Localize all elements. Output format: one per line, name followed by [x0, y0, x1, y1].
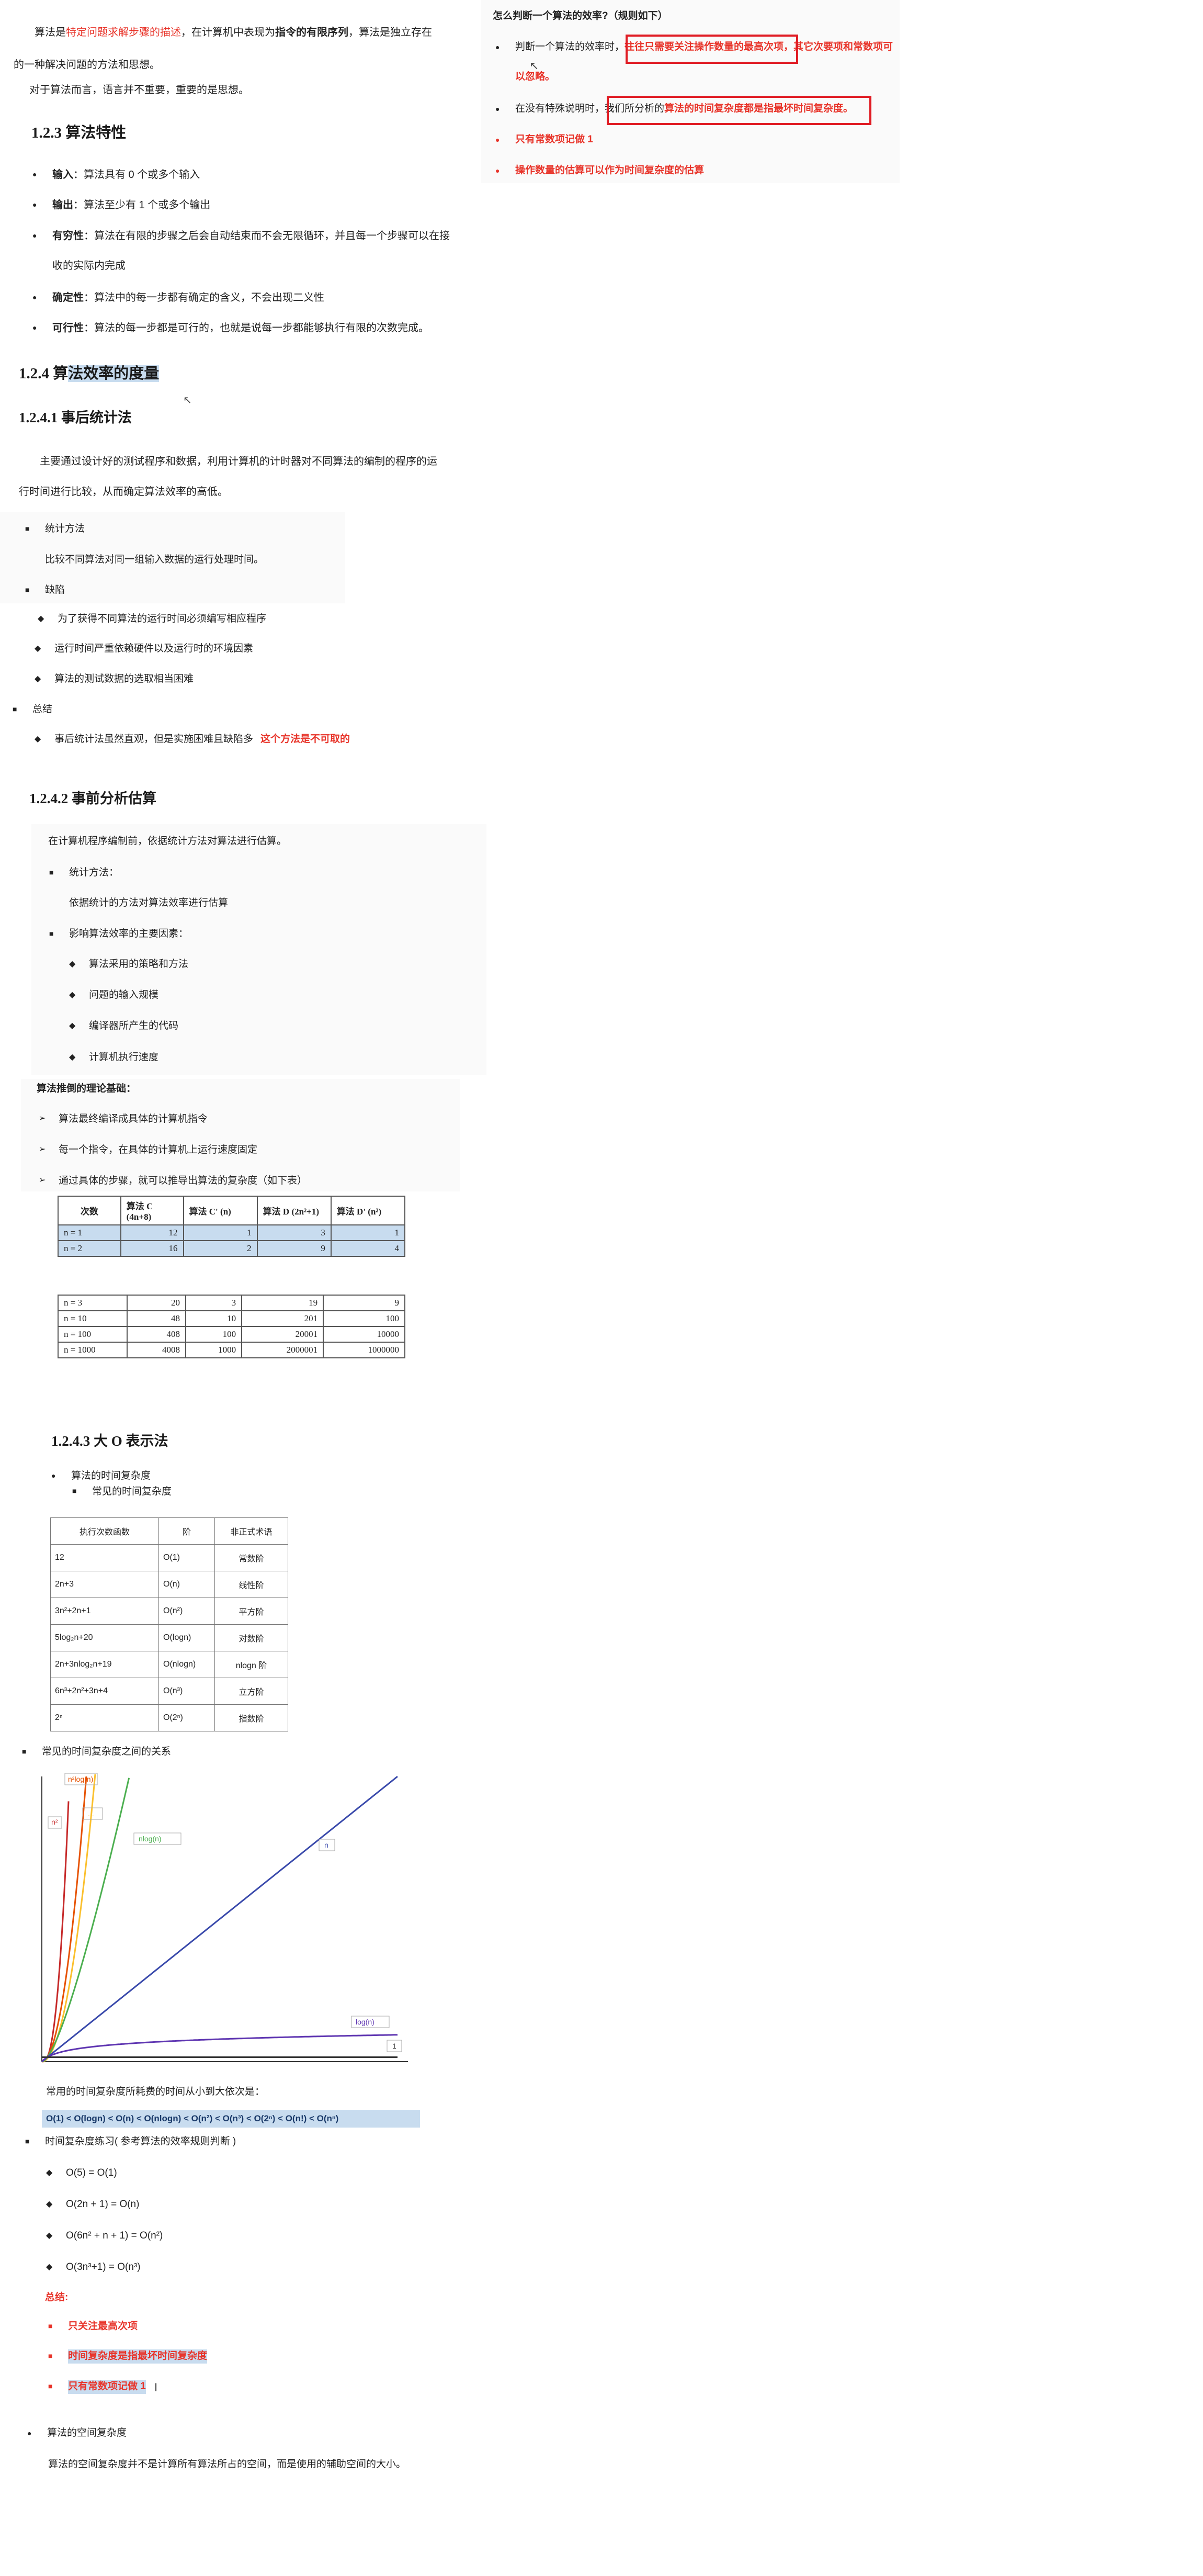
defect-item: 算法的测试数据的选取相当困难: [35, 672, 194, 687]
table-row: n = 1000 4008 1000 2000001 1000000: [58, 1342, 405, 1358]
table-row: 2n+3nlog₂n+19 O(nlogn) nlogn 阶: [50, 1651, 288, 1678]
table-header-row: 次数 算法 C (4n+8) 算法 C' (n) 算法 D (2n²+1) 算法…: [58, 1196, 406, 1225]
series-label: 1: [392, 2042, 396, 2050]
complexity-table-1: 次数 算法 C (4n+8) 算法 C' (n) 算法 D (2n²+1) 算法…: [58, 1196, 406, 1257]
space-complexity: 算法的空间复杂度: [27, 2426, 127, 2440]
table-header-row: 执行次数函数阶非正式术语: [50, 1517, 288, 1545]
feature-item: 确定性：算法中的每一步都有确定的含义，不会出现二义性: [32, 290, 324, 305]
complexity-chart: n²log(n) n² ... nlog(n) n log(n) 1: [41, 1773, 408, 2063]
sum-title: 总结:: [45, 2292, 69, 2303]
rule-4: 操作数量的估算可以作为时间复杂度的估算: [495, 164, 704, 178]
big-o-table: 执行次数函数阶非正式术语 12 O(1) 常数阶 2n+3 O(n) 线性阶 3n²+2…: [50, 1517, 288, 1731]
space-desc: 算法的空间复杂度并不是计算所有算法所占的空间，而是使用的辅助空间的大小。: [48, 2459, 406, 2470]
defects: 缺陷: [25, 583, 65, 598]
table-row: n = 10 48 10 201 100: [58, 1310, 405, 1327]
sum-item: 时间复杂度是指最坏时间复杂度: [48, 2349, 208, 2364]
order-desc: 常用的时间复杂度所耗费的时间从小到大依次是：: [46, 2086, 265, 2097]
cursor-icon: ↖: [529, 59, 539, 72]
table-row: 5log₂n+20 O(logn) 对数阶: [50, 1624, 288, 1651]
intro-red: 特定问题求解步骤的描述: [66, 27, 181, 38]
pre-stat: 统计方法：: [49, 866, 119, 880]
table-row: n = 2 16 2 9 4: [58, 1240, 406, 1257]
stat-method-desc: 比较不同算法对同一组输入数据的运行处理时间。: [45, 554, 264, 565]
practice-item: O(3n³+1) = O(n³): [46, 2260, 140, 2275]
pre-panel: [31, 824, 486, 1075]
heading-1-2-3: 1.2.3 算法特性: [31, 125, 127, 141]
practice-item: O(5) = O(1): [46, 2166, 117, 2180]
summary-item: 事后统计法虽然直观，但是实施困难且缺陷多这个方法是不可取的: [35, 733, 350, 747]
order-line: O(1) < O(logn) < O(n) < O(nlogn) < O(n²)…: [42, 2110, 420, 2128]
practice-item: O(2n + 1) = O(n): [46, 2198, 140, 2212]
highlight-box-2: [607, 96, 871, 125]
right-title: 怎么判断一个算法的效率?（规则如下）: [493, 10, 668, 21]
table-row: n = 3 20 3 19 9: [58, 1295, 405, 1311]
pre-desc: 在计算机程序编制前，依据统计方法对算法进行估算。: [48, 836, 287, 847]
cursor-icon: ↖: [183, 395, 192, 406]
highlight-box-1: [626, 35, 798, 64]
practice-item: O(6n² + n + 1) = O(n²): [46, 2229, 163, 2243]
defect-item: 运行时间严重依赖硬件以及运行时的环境因素: [35, 642, 253, 656]
series-label: n²: [51, 1818, 58, 1826]
table-row: n = 1 12 1 3 1: [58, 1224, 406, 1241]
series-label: nlog(n): [139, 1835, 162, 1843]
intro-text-mid: ，在计算机中表现为: [181, 27, 275, 38]
theory-title: 算法推倒的理论基础：: [37, 1083, 137, 1094]
practice: 时间复杂度练习( 参考算法的效率规则判断 ): [25, 2135, 236, 2149]
series-line: [41, 1801, 70, 2063]
factor-item: 算法采用的策略和方法: [69, 958, 188, 972]
defect-item: 为了获得不同算法的运行时间必须编写相应程序: [38, 612, 266, 626]
intro-line-3: 对于算法而言，语言并不重要，重要的是思想。: [29, 84, 249, 96]
feature-item: 可行性：算法的每一步都是可行的，也就是说每一步都能够执行有限的次数完成。: [32, 321, 429, 335]
text-cursor-icon: I: [154, 2381, 158, 2394]
sum-item: 只关注最高次项: [48, 2320, 138, 2334]
table-row: 6n³+2n²+3n+4 O(n³) 立方阶: [50, 1678, 288, 1705]
stat-method: 统计方法: [25, 522, 85, 536]
feature-item: 输出：算法至少有 1 个或多个输出: [32, 198, 210, 212]
series-label: log(n): [356, 2018, 374, 2026]
table-row: 2n+3 O(n) 线性阶: [50, 1571, 288, 1598]
intro-line-1: 算法是特定问题求解步骤的描述，在计算机中表现为指令的有限序列，算法是独立存在: [35, 25, 442, 40]
theory-item: 每一个指令，在具体的计算机上运行速度固定: [39, 1143, 257, 1157]
intro-text: 算法是: [35, 27, 66, 38]
intro-line-2: 的一种解决问题的方法和思想。: [14, 59, 160, 71]
feature-item: 有穷性：算法在有限的步骤之后会自动结束而不会无限循环，并且每一个步骤可以在接: [32, 229, 450, 243]
intro-bold: 指令的有限序列: [275, 27, 348, 38]
heading-1-2-4: 1.2.4 算法效率的度量: [19, 365, 160, 382]
time-complexity: 算法的时间复杂度: [51, 1469, 151, 1483]
pre-stat-desc: 依据统计的方法对算法效率进行估算: [69, 897, 229, 908]
series-label: ...: [88, 1809, 94, 1818]
table-row: 2ⁿ O(2ⁿ) 指数阶: [50, 1704, 288, 1731]
post-desc-1: 主要通过设计好的测试程序和数据，利用计算机的计时器对不同算法的编制的程序的运: [40, 456, 437, 467]
factor-item: 问题的输入规模: [69, 988, 158, 1003]
common-tc: 常见的时间复杂度: [72, 1485, 172, 1499]
heading-1-2-4-1: 1.2.4.1 事后统计法: [19, 410, 132, 425]
heading-1-2-4-2: 1.2.4.2 事前分析估算: [29, 791, 156, 806]
theory-item: 算法最终编译成具体的计算机指令: [39, 1112, 208, 1127]
factor-item: 编译器所产生的代码: [69, 1019, 178, 1033]
factors: 影响算法效率的主要因素：: [49, 927, 188, 941]
complexity-table-2: n = 3 20 3 19 9 n = 10 48 10 201 100 n = 100 408 1…: [58, 1295, 405, 1358]
series-label: n²log(n): [68, 1775, 93, 1783]
relation: 常见的时间复杂度之间的关系: [22, 1745, 171, 1759]
theory-item: 通过具体的步骤，就可以推导出算法的复杂度（如下表）: [39, 1174, 307, 1188]
table-row: 3n²+2n+1 O(n²) 平方阶: [50, 1598, 288, 1625]
table-row: n = 100 408 100 20001 10000: [58, 1326, 405, 1343]
right-panel: [481, 0, 900, 183]
feature-item: 输入：算法具有 0 个或多个输入: [32, 167, 200, 182]
series-label: n: [324, 1841, 328, 1849]
post-desc-2: 行时间进行比较，从而确定算法效率的高低。: [19, 486, 228, 498]
rule-3: 只有常数项记做 1: [495, 133, 593, 147]
summary: 总结: [13, 703, 52, 717]
feature-item-cont: 收的实际内完成: [52, 260, 126, 272]
table-row: 12 O(1) 常数阶: [50, 1544, 288, 1571]
intro-text-post: ，算法是独立存在: [348, 27, 432, 38]
factor-item: 计算机执行速度: [69, 1051, 158, 1065]
sum-item: 只有常数项记做 1: [48, 2380, 146, 2394]
heading-1-2-4-3: 1.2.4.3 大 O 表示法: [51, 1433, 168, 1449]
